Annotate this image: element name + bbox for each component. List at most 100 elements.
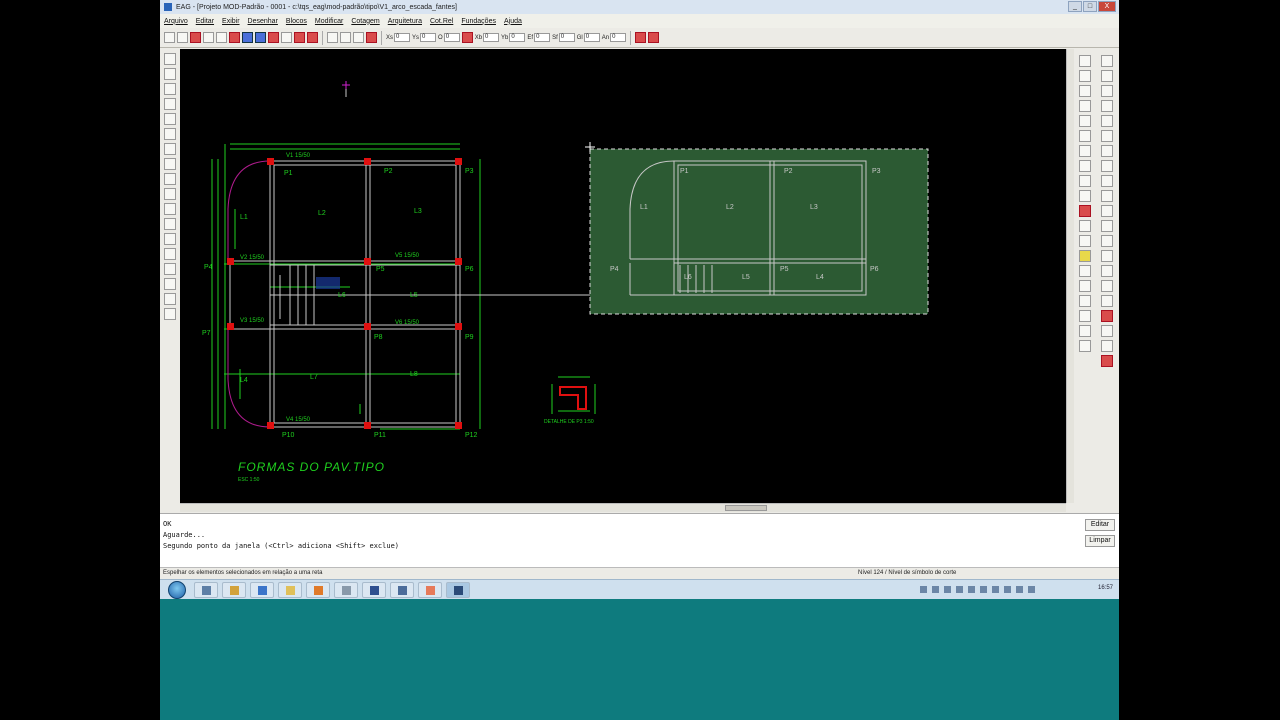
vertical-scrollbar[interactable] [1066,49,1074,503]
snap-quad-icon[interactable] [1079,115,1091,127]
field-xb[interactable]: Xb 0 [475,33,500,42]
text-tool-icon[interactable] [1101,130,1113,142]
dim-tool-icon[interactable] [1101,220,1113,232]
ellipse-tool-icon[interactable] [1101,160,1113,172]
zoom-all-icon[interactable] [164,143,176,155]
snap-center-icon[interactable] [1079,85,1091,97]
tool-new-icon[interactable] [164,32,175,43]
redraw-icon[interactable] [1079,310,1091,322]
snap-mid-icon[interactable] [1079,70,1091,82]
tool-copy-icon[interactable] [340,32,351,43]
stretch-icon[interactable] [164,263,176,275]
tray-network-icon[interactable] [932,586,939,593]
tool-move-icon[interactable] [327,32,338,43]
field-value[interactable]: 0 [534,33,551,42]
pencil-icon[interactable] [164,53,176,65]
taskbar-clock[interactable]: 16:57 [1098,585,1113,591]
dim-linear-icon[interactable] [1101,250,1113,262]
tool-line-icon[interactable] [242,32,253,43]
drawing-canvas[interactable]: P1 P2 P3 P4 P5 P6 P7 P8 P9 P10 P11 P12 V… [180,49,1066,503]
regen-icon[interactable] [1079,325,1091,337]
array-icon[interactable] [164,248,176,260]
menu-cotagem[interactable]: Cotagem [351,18,379,25]
taskbar-ie-icon[interactable] [250,582,274,598]
trim-icon[interactable] [164,173,176,185]
snap-ins-icon[interactable] [1079,190,1091,202]
field-sf[interactable]: Sf 0 [552,33,575,42]
tool-style-icon[interactable] [648,32,660,43]
field-ys[interactable]: Ys 0 [412,33,437,42]
field-value[interactable]: 0 [394,33,411,42]
measure-icon[interactable] [164,158,176,170]
field-o[interactable]: O0 [438,33,460,42]
field-value[interactable]: 0 [558,33,575,42]
point-icon[interactable] [164,188,176,200]
arc-tool-icon[interactable] [1101,145,1113,157]
tray-wifi-icon[interactable] [992,586,999,593]
dim-ordinate-icon[interactable] [1101,325,1113,337]
field-ef[interactable]: Ef 0 [527,33,551,42]
menu-exibir[interactable]: Exibir [222,18,240,25]
angle-icon[interactable] [164,203,176,215]
tool-cursor-icon[interactable] [203,32,214,43]
field-value[interactable]: 0 [509,33,526,42]
field-an[interactable]: An 0 [602,33,627,42]
tray-battery-icon[interactable] [1016,586,1023,593]
snap-int-icon[interactable] [1079,130,1091,142]
tray-keyboard-icon[interactable] [920,586,927,593]
tray-update-icon[interactable] [968,586,975,593]
tray-user-icon[interactable] [1028,586,1035,593]
light-icon[interactable] [1079,250,1091,262]
tool-snap-icon[interactable] [268,32,279,43]
tool-grid-icon[interactable] [216,32,227,43]
field-value[interactable]: 0 [483,33,500,42]
hatch-icon[interactable] [164,233,176,245]
taskbar-app2-icon[interactable] [390,582,414,598]
dim-style-icon[interactable] [1101,355,1113,367]
menu-cotrel[interactable]: Cot.Rel [430,18,453,25]
hand-icon[interactable] [164,68,176,80]
taskbar-chrome-icon[interactable] [222,582,246,598]
fillet-icon[interactable] [164,308,176,320]
close-button[interactable]: X [1098,1,1116,12]
tool-rotate-icon[interactable] [353,32,364,43]
dim-diameter-icon[interactable] [1101,310,1113,322]
circle-fill-icon[interactable] [164,218,176,230]
hatch-tool-icon[interactable] [1101,175,1113,187]
tool-ortho-icon[interactable] [255,32,266,43]
scroll-thumb[interactable] [725,505,767,511]
taskbar-app3-icon[interactable] [418,582,442,598]
rectangle-tool-icon[interactable] [1101,100,1113,112]
dim-baseline-icon[interactable] [1101,340,1113,352]
dim-angle-icon[interactable] [1101,280,1113,292]
tray-volume-icon[interactable] [944,586,951,593]
tool-fill-icon[interactable] [294,32,305,43]
dim-aligned-icon[interactable] [1101,265,1113,277]
snap-near-icon[interactable] [1079,175,1091,187]
tool-layer-icon[interactable] [229,32,240,43]
menu-arquitetura[interactable]: Arquitetura [388,18,422,25]
line-tool-icon[interactable] [1101,55,1113,67]
taskbar-folder-icon[interactable] [278,582,302,598]
taskbar-app1-icon[interactable] [362,582,386,598]
tool-color-icon[interactable] [635,32,647,43]
block-tool-icon[interactable] [1101,190,1113,202]
zoom-window-icon[interactable] [164,98,176,110]
layer-down-icon[interactable] [1079,235,1091,247]
tray-shield-icon[interactable] [980,586,987,593]
spline-tool-icon[interactable] [1101,85,1113,97]
field-gl[interactable]: Gl 0 [577,33,600,42]
polyline-tool-icon[interactable] [1101,70,1113,82]
circle-tool-icon[interactable] [1101,115,1113,127]
field-value[interactable]: 0 [443,33,460,42]
snap-end-icon[interactable] [1079,55,1091,67]
leader-tool-icon[interactable] [1101,235,1113,247]
menu-blocos[interactable]: Blocos [286,18,307,25]
dim-radius-icon[interactable] [1101,295,1113,307]
menu-modificar[interactable]: Modificar [315,18,343,25]
menu-arquivo[interactable]: Arquivo [164,18,188,25]
menu-ajuda[interactable]: Ajuda [504,18,522,25]
taskbar-tool-icon[interactable] [334,582,358,598]
pan-icon[interactable] [164,83,176,95]
taskbar-explorer-icon[interactable] [194,582,218,598]
